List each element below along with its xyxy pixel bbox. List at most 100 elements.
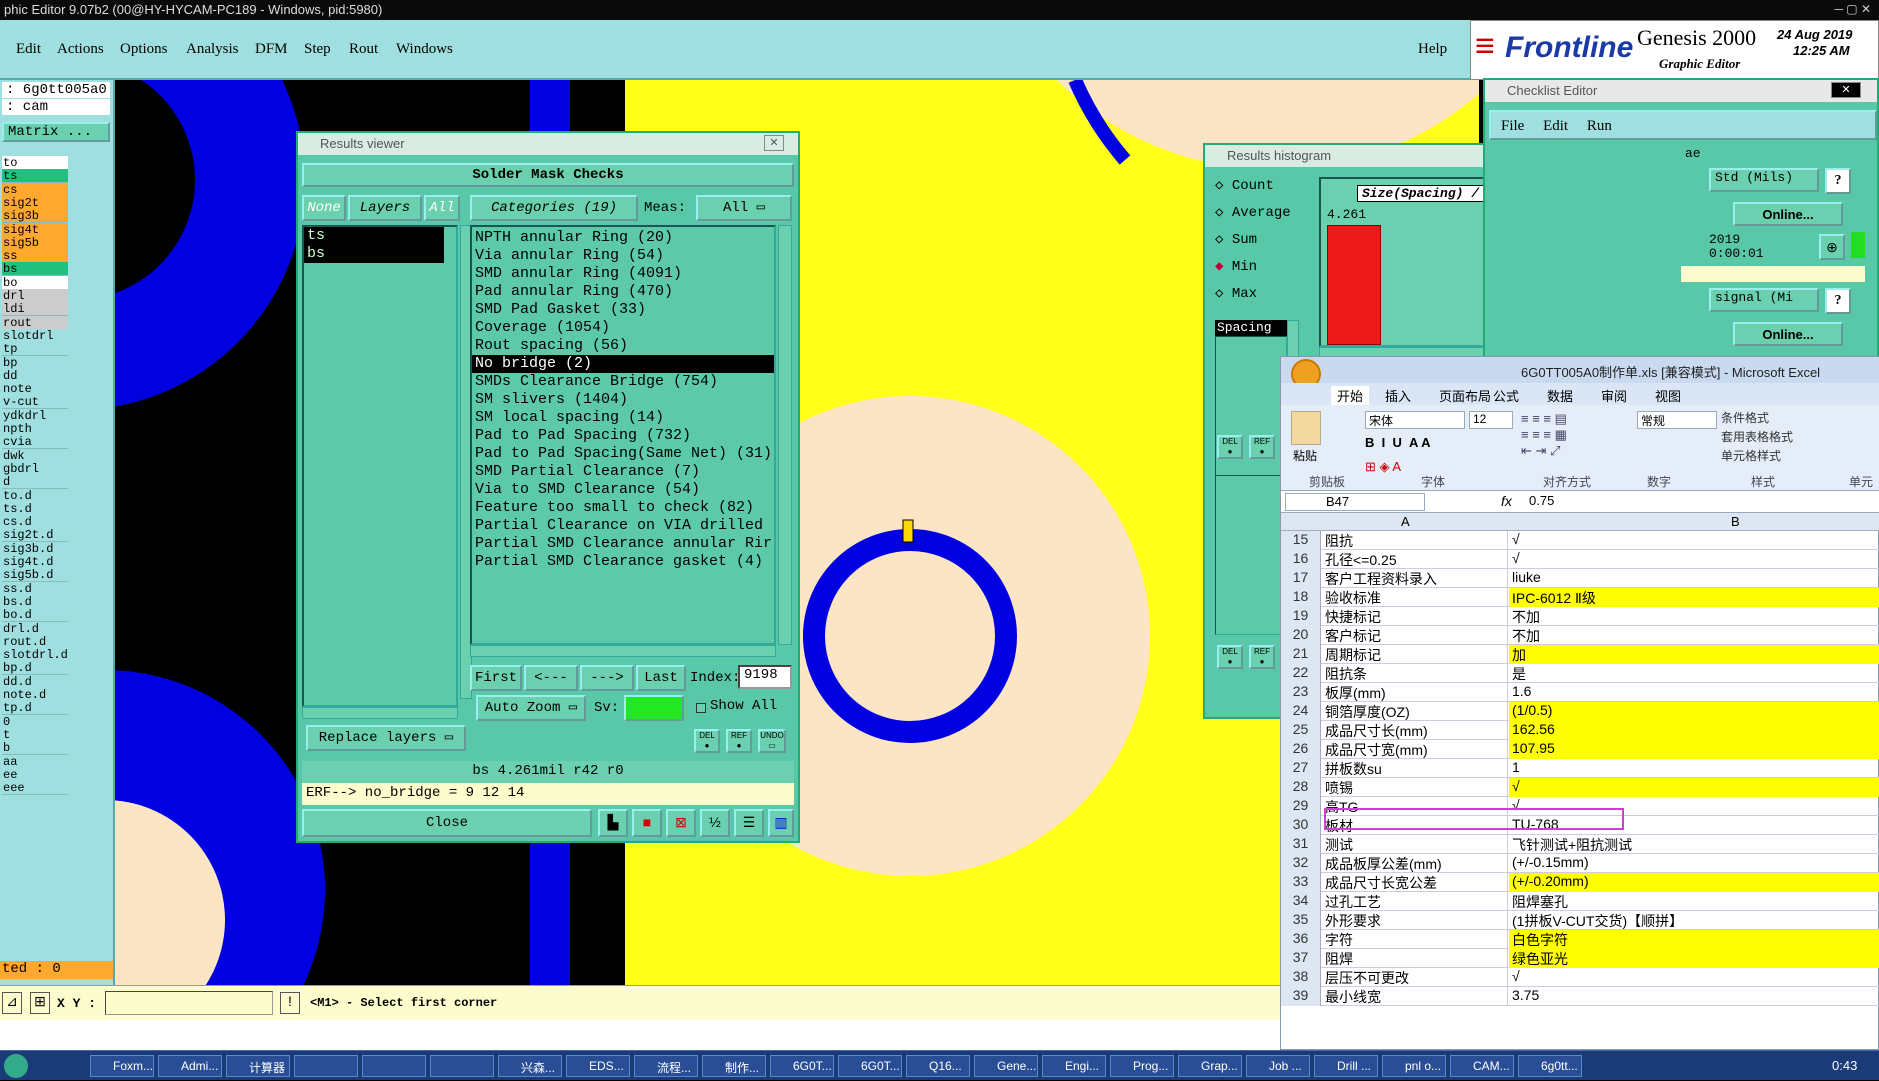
checklist-menu-run[interactable]: Run — [1587, 118, 1612, 134]
layer-to[interactable]: to — [2, 156, 68, 170]
checklist-close-icon[interactable]: ✕ — [1831, 82, 1861, 98]
sheet-row[interactable]: 20 客户标记 不加 — [1281, 626, 1879, 645]
menu-windows[interactable]: Windows — [396, 41, 453, 58]
layer-dd[interactable]: dd — [2, 368, 68, 383]
sheet-row[interactable]: 26 成品尺寸宽(mm) 107.95 — [1281, 740, 1879, 759]
layer-bs.d[interactable]: bs.d — [2, 594, 68, 609]
category-item[interactable]: SMD Partial Clearance (7) — [472, 463, 774, 481]
layer-sig2t[interactable]: sig2t — [2, 195, 68, 210]
layer-eee[interactable]: eee — [2, 781, 68, 796]
help2-icon[interactable]: ? — [1825, 288, 1851, 314]
cell-b[interactable]: (+/-0.20mm) — [1509, 873, 1879, 892]
cell-b[interactable]: IPC-6012 Ⅱ级 — [1509, 588, 1879, 607]
taskbar-item[interactable]: 计算器 — [226, 1055, 290, 1077]
cell-b[interactable]: 加 — [1509, 645, 1879, 664]
ribbon-tab[interactable]: 数据 — [1547, 386, 1573, 405]
cell-a[interactable]: 过孔工艺 — [1322, 892, 1508, 911]
font-select[interactable]: 宋体 — [1365, 411, 1465, 429]
column-b-header[interactable]: B — [1731, 514, 1740, 529]
layer-note[interactable]: note — [2, 382, 68, 397]
sheet-row[interactable]: 24 铜箔厚度(OZ) (1/0.5) — [1281, 702, 1879, 721]
align-buttons[interactable]: ≡ ≡ ≡ ▤ ≡ ≡ ≡ ▦ ⇤ ⇥ ⤢ — [1521, 411, 1631, 471]
checklist-menu-file[interactable]: File — [1501, 118, 1524, 134]
category-item[interactable]: Pad to Pad Spacing (732) — [472, 427, 774, 445]
category-item[interactable]: Pad annular Ring (470) — [472, 283, 774, 301]
cell-style-button[interactable]: 单元格样式 — [1721, 447, 1871, 466]
layer-results-list[interactable]: ts bs — [302, 225, 458, 707]
ribbon-tab[interactable]: 页面布局 — [1439, 386, 1491, 405]
taskbar-item[interactable]: Grap... — [1178, 1055, 1242, 1077]
layer-sig4t[interactable]: sig4t — [2, 222, 68, 237]
online-button[interactable]: Online... — [1733, 202, 1843, 226]
next-button[interactable]: ---> — [580, 665, 634, 691]
category-item[interactable]: Via annular Ring (54) — [472, 247, 774, 265]
layer-sig2t.d[interactable]: sig2t.d — [2, 528, 68, 543]
cell-a[interactable]: 铜箔厚度(OZ) — [1322, 702, 1508, 721]
layer-dwk[interactable]: dwk — [2, 448, 68, 463]
del-button[interactable]: DEL ● — [694, 729, 720, 753]
window-controls[interactable]: ─ ▢ ✕ — [1834, 2, 1871, 16]
menu-options[interactable]: Options — [120, 41, 168, 58]
last-button[interactable]: Last — [636, 665, 686, 691]
sheet-row[interactable]: 21 周期标记加 — [1281, 645, 1879, 664]
font-size-select[interactable]: 12 — [1469, 411, 1513, 429]
layer-tp.d[interactable]: tp.d — [2, 701, 68, 716]
cell-a[interactable]: 字符 — [1322, 930, 1508, 949]
layer-drl.d[interactable]: drl.d — [2, 621, 68, 636]
cell-b[interactable]: 107.95 — [1509, 740, 1879, 759]
taskbar-item[interactable]: Q16... — [906, 1055, 970, 1077]
ribbon-tab[interactable]: 视图 — [1655, 386, 1681, 405]
cell-b[interactable]: 3.75 — [1509, 987, 1879, 1006]
category-item[interactable]: Pad to Pad Spacing(Same Net) (31) — [472, 445, 774, 463]
layer-aa[interactable]: aa — [2, 754, 68, 769]
delete-icon[interactable]: ⊠ — [666, 809, 696, 837]
category-item[interactable]: Feature too small to check (82) — [472, 499, 774, 517]
cell-b[interactable]: (1/0.5) — [1509, 702, 1879, 721]
layer-list-hscroll[interactable] — [302, 707, 458, 719]
histogram-icon[interactable]: ▥ — [768, 809, 794, 837]
sheet-row[interactable]: 16 孔径<=0.25 √ — [1281, 550, 1879, 569]
list-icon[interactable]: ☰ — [734, 809, 764, 837]
ref-button[interactable]: REF ● — [726, 729, 752, 753]
category-item[interactable]: Coverage (1054) — [472, 319, 774, 337]
close-button[interactable]: Close — [302, 809, 592, 837]
online2-button[interactable]: Online... — [1733, 322, 1843, 346]
layer-row[interactable]: bs — [304, 245, 444, 263]
meas-select[interactable]: All ▭ — [696, 195, 792, 221]
layer-sig4t.d[interactable]: sig4t.d — [2, 555, 68, 569]
layer-ldi[interactable]: ldi — [2, 302, 68, 317]
highlight-icon[interactable]: ▙ — [598, 809, 628, 837]
matrix-button[interactable]: Matrix ... — [2, 122, 110, 142]
sv-color-select[interactable] — [624, 695, 684, 721]
layer-sig3b[interactable]: sig3b — [2, 209, 68, 224]
name-box[interactable]: B47 — [1285, 493, 1425, 511]
layer-0[interactable]: 0 — [2, 714, 68, 729]
sheet-row[interactable]: 39 最小线宽 3.75 — [1281, 987, 1879, 1006]
cell-a[interactable]: 成品板厚公差(mm) — [1322, 854, 1508, 873]
layer-cvia[interactable]: cvia — [2, 435, 68, 450]
layer-slotdrl[interactable]: slotdrl — [2, 328, 68, 343]
layer-rout.d[interactable]: rout.d — [2, 634, 68, 649]
taskbar-item[interactable]: 兴森... — [498, 1055, 562, 1077]
menu-edit[interactable]: Edit — [16, 41, 41, 58]
cell-a[interactable]: 测试 — [1322, 835, 1508, 854]
option-count[interactable]: ◇ Count — [1215, 177, 1313, 204]
taskbar-item[interactable]: 6G0T... — [838, 1055, 902, 1077]
checklist-menu-edit[interactable]: Edit — [1543, 118, 1568, 134]
sheet-row[interactable]: 25 成品尺寸长(mm) 162.56 — [1281, 721, 1879, 740]
paste-icon[interactable] — [1291, 411, 1321, 445]
conditional-format-button[interactable]: 条件格式 — [1721, 409, 1871, 428]
cell-a[interactable]: 喷锡 — [1322, 778, 1508, 797]
first-button[interactable]: First — [470, 665, 522, 691]
taskbar-item[interactable]: Engi... — [1042, 1055, 1106, 1077]
cell-a[interactable]: 验收标准 — [1322, 588, 1508, 607]
taskbar-item[interactable]: Drill ... — [1314, 1055, 1378, 1077]
cell-a[interactable]: 成品尺寸长(mm) — [1322, 721, 1508, 740]
option-min[interactable]: ◆ Min — [1215, 258, 1313, 285]
help-icon[interactable]: ? — [1825, 168, 1851, 194]
histogram-bar[interactable] — [1327, 225, 1381, 345]
grid-icon[interactable]: ⊞ — [30, 992, 50, 1014]
column-a-header[interactable]: A — [1401, 514, 1410, 529]
cell-a[interactable]: 快捷标记 — [1322, 607, 1508, 626]
sheet-row[interactable]: 34 过孔工艺 阻焊塞孔 — [1281, 892, 1879, 911]
